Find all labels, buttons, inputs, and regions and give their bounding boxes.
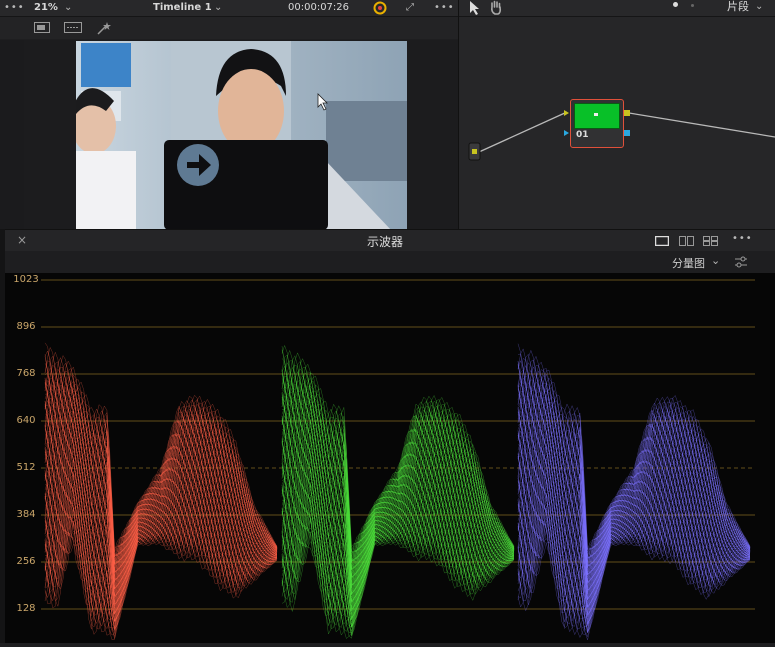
node-toolbar: 片段 ⌄ — [459, 0, 775, 17]
node-output-port — [624, 130, 630, 136]
mode-selector[interactable]: 片段 — [727, 0, 749, 14]
chevron-down-icon[interactable]: ⌄ — [711, 254, 720, 267]
tick-label: 640 — [16, 415, 36, 426]
close-icon[interactable]: × — [17, 233, 27, 247]
chevron-down-icon[interactable]: ⌄ — [214, 1, 222, 15]
scope-mode-selector[interactable]: 分量图 — [672, 255, 705, 271]
viewer-toolbar: ••• 21% ⌄ Timeline 1 ⌄ 00:00:07:26 ⤢ ••• — [0, 0, 458, 17]
node-graph[interactable]: 01 — [459, 17, 775, 230]
dual-view-icon[interactable] — [64, 22, 82, 34]
tick-label: 512 — [16, 462, 36, 473]
chevron-down-icon[interactable]: ⌄ — [755, 0, 763, 14]
red-channel-trace — [44, 342, 278, 641]
node-output-port — [624, 110, 630, 116]
dot-indicator — [673, 2, 678, 7]
tick-label: 256 — [16, 556, 36, 567]
single-view-icon[interactable] — [34, 22, 50, 34]
pointer-icon[interactable] — [468, 0, 480, 15]
more-icon[interactable]: ••• — [732, 233, 753, 244]
video-frame-image — [76, 41, 407, 230]
magic-wand-icon[interactable] — [96, 20, 112, 36]
quad-view-icon[interactable] — [703, 236, 718, 246]
settings-icon[interactable] — [734, 255, 748, 269]
left-strip — [0, 40, 24, 230]
trace-line — [281, 507, 515, 621]
fullscreen-icon[interactable]: ⤢ — [406, 1, 414, 15]
scope-header: × 示波器 ••• — [5, 229, 775, 252]
waveform-parade — [41, 279, 755, 641]
more-icon[interactable]: ••• — [434, 1, 455, 15]
parade-scope: 1023 896 768 640 512 384 256 128 — [5, 273, 775, 643]
tick-label: 1023 — [13, 274, 39, 285]
tick-label: 768 — [16, 368, 36, 379]
tick-label: 128 — [16, 603, 36, 614]
trace-line — [517, 519, 751, 633]
node-dot — [594, 113, 598, 116]
node-thumbnail — [574, 103, 620, 129]
chevron-down-icon[interactable]: ⌄ — [64, 1, 72, 15]
node-input-arrow — [564, 110, 569, 116]
video-frame[interactable] — [76, 41, 407, 230]
green-channel-trace — [281, 344, 515, 639]
tick-label: 384 — [16, 509, 36, 520]
dual-view-icon[interactable] — [679, 236, 694, 246]
scope-subbar: 分量图 ⌄ — [5, 251, 775, 273]
color-node-01[interactable]: 01 — [570, 99, 624, 148]
more-icon[interactable]: ••• — [4, 1, 25, 15]
scope-title: 示波器 — [367, 235, 404, 249]
node-input-arrow — [564, 130, 569, 136]
single-view-icon[interactable] — [655, 236, 669, 246]
hand-icon[interactable] — [489, 0, 503, 15]
dot-indicator — [691, 4, 694, 7]
timecode: 00:00:07:26 — [288, 2, 350, 13]
node-label: 01 — [576, 130, 589, 140]
timeline-name[interactable]: Timeline 1 — [153, 1, 212, 15]
viewer-tools — [0, 17, 458, 39]
blue-channel-trace — [517, 343, 751, 641]
tick-label: 896 — [16, 321, 36, 332]
zoom-level[interactable]: 21% — [34, 1, 58, 15]
